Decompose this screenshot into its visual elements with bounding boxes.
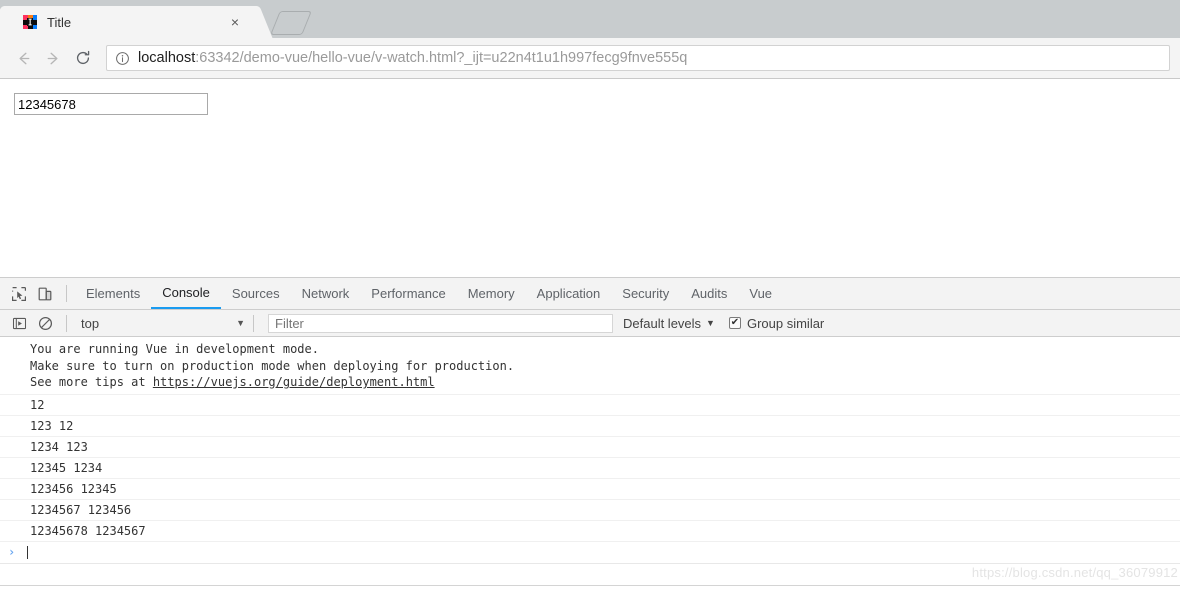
tab-audits[interactable]: Audits (680, 278, 738, 309)
device-toolbar-icon[interactable] (32, 281, 58, 307)
log-levels-label: Default levels (623, 315, 702, 331)
vue-deployment-link[interactable]: https://vuejs.org/guide/deployment.html (153, 375, 435, 389)
tab-sources[interactable]: Sources (221, 278, 291, 309)
intellij-idea-icon (22, 14, 38, 30)
tab-network[interactable]: Network (291, 278, 361, 309)
address-bar[interactable]: localhost:63342/demo-vue/hello-vue/v-wat… (106, 45, 1170, 71)
console-log-row: 1234567 123456 (0, 500, 1180, 521)
console-log-row: 1234 123 (0, 437, 1180, 458)
console-toolbar-divider-1 (66, 314, 67, 332)
prompt-caret-icon: › (8, 545, 16, 559)
url-path: :63342/demo-vue/hello-vue/v-watch.html?_… (195, 50, 688, 66)
tab-title: Title (47, 14, 72, 30)
console-log-row: 123456 12345 (0, 479, 1180, 500)
toolbar-divider (66, 285, 67, 302)
browser-tab[interactable]: Title × (8, 6, 253, 38)
group-similar-label: Group similar (746, 315, 825, 331)
execution-context-icon[interactable] (6, 310, 32, 336)
chevron-down-icon: ▼ (236, 318, 245, 328)
arrow-left-icon[interactable] (10, 45, 36, 71)
group-similar-toggle[interactable]: ✔ Group similar (728, 315, 825, 331)
console-log-row: 123 12 (0, 416, 1180, 437)
text-cursor (27, 545, 29, 559)
tab-memory[interactable]: Memory (457, 278, 526, 309)
page-viewport (0, 79, 1180, 277)
tab-application[interactable]: Application (526, 278, 612, 309)
tab-vue[interactable]: Vue (738, 278, 783, 309)
console-log-row: 12345 1234 (0, 458, 1180, 479)
browser-window: Title × localhost:63342/demo-vue/hello-v… (0, 0, 1180, 602)
console-filter-input[interactable] (268, 313, 613, 333)
page-info-icon[interactable] (115, 51, 131, 66)
inspect-element-icon[interactable] (6, 281, 32, 307)
clear-console-icon[interactable] (32, 310, 58, 336)
console-vue-dev-warning: You are running Vue in development mode.… (0, 337, 1180, 395)
tab-console[interactable]: Console (151, 278, 221, 309)
log-levels-select[interactable]: Default levels ▼ (623, 316, 715, 331)
console-toolbar: top ▼ Default levels ▼ ✔ Group similar (0, 310, 1180, 337)
devtools-tabbar: Elements Console Sources Network Perform… (0, 278, 1180, 310)
new-tab-button[interactable] (270, 11, 312, 35)
vue-warning-line-2: Make sure to turn on production mode whe… (30, 358, 515, 373)
tab-elements[interactable]: Elements (75, 278, 151, 309)
console-message-list[interactable]: You are running Vue in development mode.… (0, 337, 1180, 602)
vue-warning-line-1: You are running Vue in development mode. (30, 342, 319, 356)
tab-performance[interactable]: Performance (360, 278, 456, 309)
arrow-right-icon[interactable] (40, 45, 66, 71)
chevron-down-icon: ▼ (706, 318, 715, 328)
group-similar-checkbox[interactable]: ✔ (728, 317, 741, 329)
execution-context-value: top (81, 315, 100, 331)
console-log-row: 12345678 1234567 (0, 521, 1180, 542)
demo-text-input[interactable] (14, 93, 208, 115)
url-host: localhost (138, 50, 196, 66)
watermark: https://blog.csdn.net/qq_36079912 (971, 565, 1178, 580)
vue-warning-line-3-prefix: See more tips at (30, 375, 153, 389)
navigation-toolbar: localhost:63342/demo-vue/hello-vue/v-wat… (0, 38, 1180, 79)
close-icon[interactable]: × (227, 14, 243, 30)
console-prompt[interactable]: › (0, 542, 1180, 564)
window-bottom-edge (0, 585, 1180, 602)
url-text: localhost:63342/demo-vue/hello-vue/v-wat… (138, 50, 687, 66)
execution-context-select[interactable]: top ▼ (75, 316, 245, 331)
tab-security[interactable]: Security (611, 278, 680, 309)
devtools-panel: Elements Console Sources Network Perform… (0, 277, 1180, 602)
reload-icon[interactable] (70, 45, 96, 71)
console-toolbar-divider-2 (253, 314, 254, 332)
console-log-row: 12 (0, 395, 1180, 416)
tab-strip: Title × (0, 0, 1180, 38)
